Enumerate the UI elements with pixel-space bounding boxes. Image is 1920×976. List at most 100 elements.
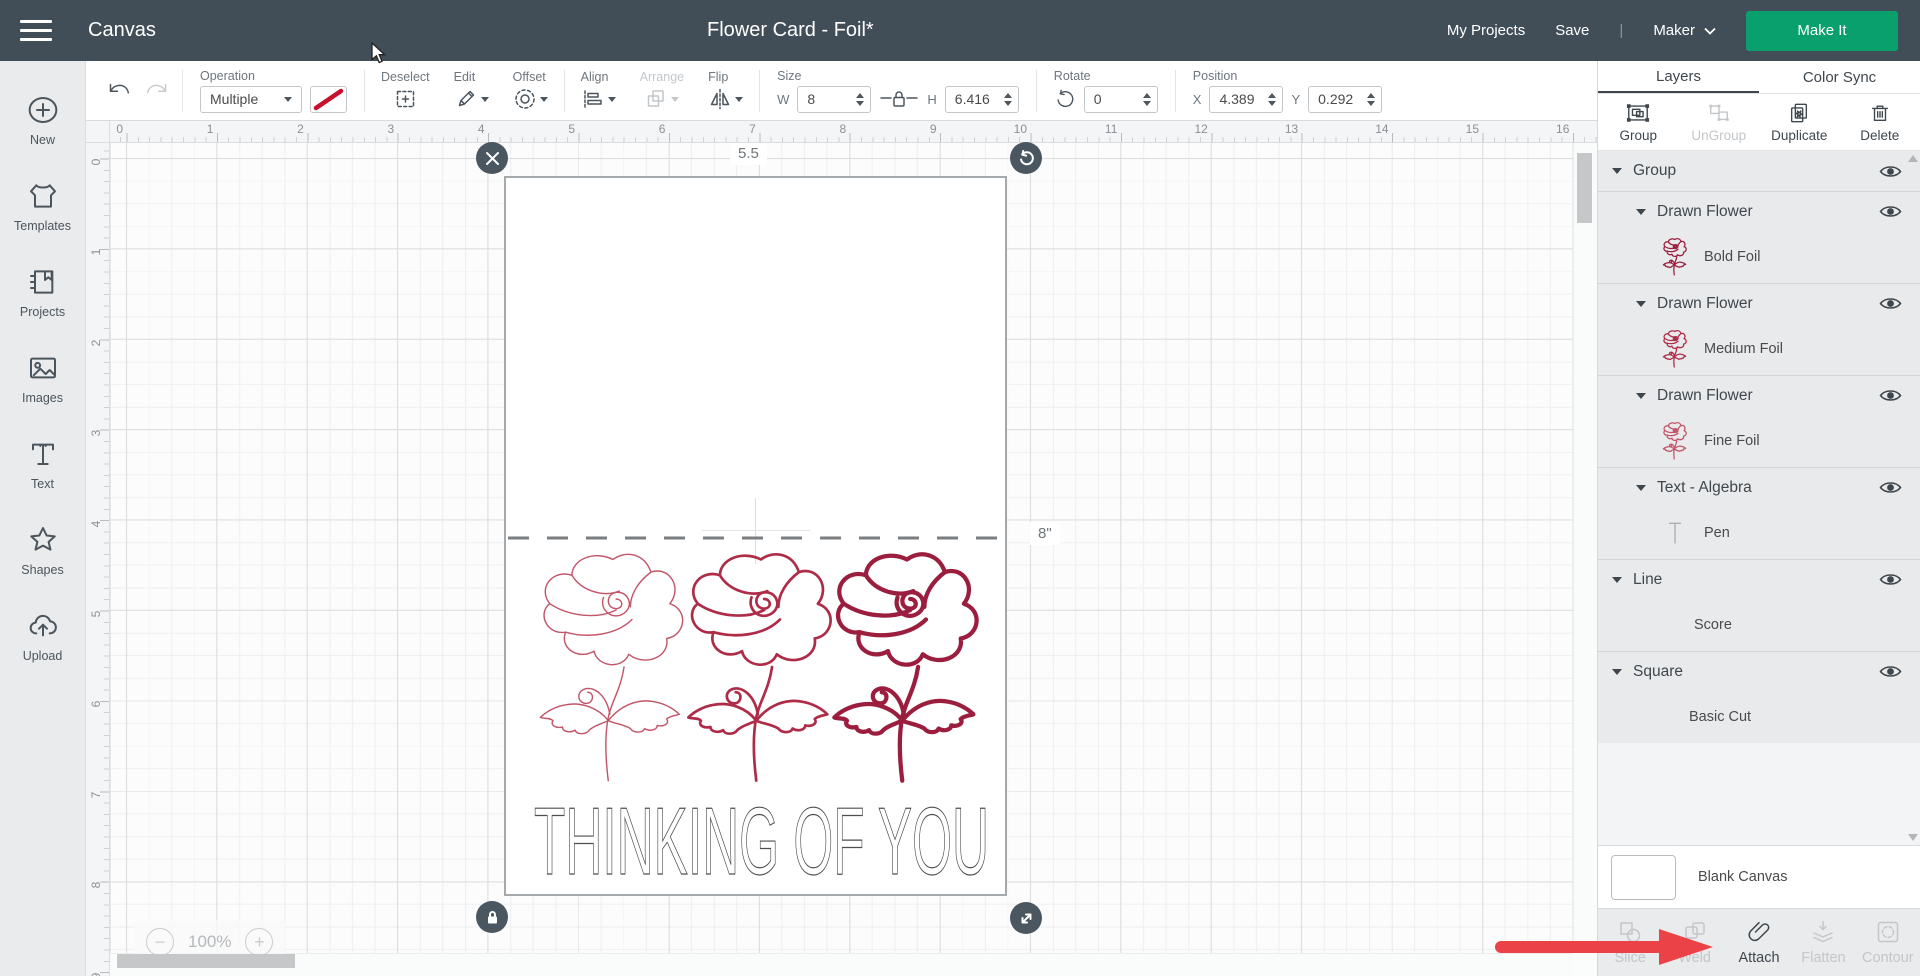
flip-button[interactable]: Flip xyxy=(696,70,755,111)
rotate-stepper[interactable] xyxy=(1143,93,1151,106)
scroll-up-icon[interactable] xyxy=(1908,155,1918,162)
duplicate-button[interactable]: Duplicate xyxy=(1759,94,1840,150)
layer-group-group[interactable]: Group xyxy=(1598,151,1920,191)
eye-visible-icon[interactable] xyxy=(1879,572,1902,587)
tab-color-sync[interactable]: Color Sync xyxy=(1759,61,1920,93)
layer-group-line[interactable]: Line xyxy=(1598,559,1920,599)
width-input[interactable]: 8 xyxy=(797,86,871,113)
tab-layers[interactable]: Layers xyxy=(1598,61,1759,93)
rotate-icon[interactable] xyxy=(1054,88,1076,110)
sidebar-item-projects[interactable]: Projects xyxy=(0,249,86,335)
align-button[interactable]: Align xyxy=(569,70,628,111)
layer-score[interactable]: Score xyxy=(1598,599,1920,651)
operation-select[interactable]: Multiple xyxy=(200,86,302,113)
position-x-stepper[interactable] xyxy=(1268,93,1276,106)
design-canvas[interactable]: 012345678910111213141516 0123456789 THIN… xyxy=(86,121,1597,976)
layer-bold-foil[interactable]: Bold Foil xyxy=(1598,231,1920,283)
eye-visible-icon[interactable] xyxy=(1879,480,1902,495)
hamburger-menu-icon[interactable] xyxy=(20,14,64,48)
redo-icon[interactable] xyxy=(144,80,170,102)
rotate-input[interactable]: 0 xyxy=(1084,86,1158,113)
text-thumbnail xyxy=(1660,518,1690,548)
position-y-input[interactable]: 0.292 xyxy=(1308,86,1382,113)
collapse-caret-icon[interactable] xyxy=(1636,301,1646,307)
blank-canvas-row[interactable]: Blank Canvas xyxy=(1598,845,1920,908)
ruler-number: 6 xyxy=(89,694,103,714)
sidebar-item-templates[interactable]: Templates xyxy=(0,163,86,249)
layer-fine-foil[interactable]: Fine Foil xyxy=(1598,415,1920,467)
layer-pen[interactable]: Pen xyxy=(1598,507,1920,559)
eye-visible-icon[interactable] xyxy=(1879,204,1902,219)
height-input[interactable]: 6.416 xyxy=(945,86,1019,113)
delete-button[interactable]: Delete xyxy=(1840,94,1920,150)
eye-visible-icon[interactable] xyxy=(1879,164,1902,179)
collapse-caret-icon[interactable] xyxy=(1612,168,1622,174)
sidebar-item-images[interactable]: Images xyxy=(0,335,86,421)
delete-selection-handle[interactable] xyxy=(476,142,508,174)
flatten-button: Flatten xyxy=(1791,909,1855,976)
layer-rows: Group Drawn Flower Bold Foil Drawn Flowe… xyxy=(1598,151,1920,743)
close-icon xyxy=(484,150,501,167)
resize-selection-handle[interactable] xyxy=(1010,902,1042,934)
vertical-scrollbar-thumb[interactable] xyxy=(1577,153,1592,223)
attach-button[interactable]: Attach xyxy=(1727,909,1791,976)
width-stepper[interactable] xyxy=(856,93,864,106)
deselect-button[interactable]: Deselect xyxy=(369,70,442,111)
ruler-number: 13 xyxy=(1276,122,1298,136)
horizontal-scrollbar-thumb[interactable] xyxy=(117,954,295,968)
machine-select[interactable]: Maker xyxy=(1653,22,1716,39)
eye-visible-icon[interactable] xyxy=(1879,296,1902,311)
layer-basic-cut[interactable]: Basic Cut xyxy=(1598,691,1920,743)
eye-visible-icon[interactable] xyxy=(1879,664,1902,679)
size-lock-icon[interactable] xyxy=(879,88,919,110)
sidebar-item-upload[interactable]: Upload xyxy=(0,593,86,679)
collapse-caret-icon[interactable] xyxy=(1636,393,1646,399)
chevron-down-icon xyxy=(1704,27,1716,35)
layer-medium-foil[interactable]: Medium Foil xyxy=(1598,323,1920,375)
vertical-scroll-track[interactable] xyxy=(1573,143,1597,953)
drawn-flowers[interactable] xyxy=(506,178,1009,898)
group-button[interactable]: Group xyxy=(1598,94,1679,150)
canvas-label[interactable]: Canvas xyxy=(88,19,156,42)
layer-list-scrollbar[interactable] xyxy=(1906,151,1920,845)
card-artboard[interactable]: THINKING OF YOU xyxy=(504,176,1007,896)
collapse-caret-icon[interactable] xyxy=(1636,209,1646,215)
position-y-stepper[interactable] xyxy=(1367,93,1375,106)
ungroup-button: UnGroup xyxy=(1679,94,1760,150)
layer-group-drawn-flower[interactable]: Drawn Flower xyxy=(1598,191,1920,231)
sidebar-item-new[interactable]: New xyxy=(0,77,86,163)
zoom-in-button[interactable]: + xyxy=(245,928,273,956)
eye-visible-icon[interactable] xyxy=(1879,388,1902,403)
ruler-number: 12 xyxy=(1186,122,1208,136)
sidebar-item-shapes[interactable]: Shapes xyxy=(0,507,86,593)
new-icon xyxy=(26,94,60,126)
card-text[interactable]: THINKING OF YOU xyxy=(506,796,1009,888)
rotate-selection-handle[interactable] xyxy=(1010,142,1042,174)
ruler-number: 3 xyxy=(89,423,103,443)
undo-icon[interactable] xyxy=(106,80,132,102)
zoom-out-button[interactable]: − xyxy=(146,928,174,956)
operation-color-swatch[interactable] xyxy=(310,86,347,113)
lock-selection-handle[interactable] xyxy=(476,901,508,933)
flower-thumbnail xyxy=(1660,422,1690,460)
edit-button[interactable]: Edit xyxy=(442,70,501,111)
offset-icon xyxy=(513,87,537,111)
scroll-down-icon[interactable] xyxy=(1908,834,1918,841)
layer-group-drawn-flower[interactable]: Drawn Flower xyxy=(1598,375,1920,415)
collapse-caret-icon[interactable] xyxy=(1612,577,1622,583)
make-it-button[interactable]: Make It xyxy=(1746,11,1898,51)
duplicate-icon xyxy=(1787,102,1811,124)
collapse-caret-icon[interactable] xyxy=(1612,669,1622,675)
my-projects-link[interactable]: My Projects xyxy=(1447,22,1525,39)
offset-button[interactable]: Offset xyxy=(501,70,560,111)
height-stepper[interactable] xyxy=(1004,93,1012,106)
weld-icon xyxy=(1682,919,1708,945)
layer-group-text-algebra[interactable]: Text - Algebra xyxy=(1598,467,1920,507)
save-link[interactable]: Save xyxy=(1555,22,1589,39)
layer-group-square[interactable]: Square xyxy=(1598,651,1920,691)
sidebar-item-text[interactable]: Text xyxy=(0,421,86,507)
position-x-input[interactable]: 4.389 xyxy=(1209,86,1283,113)
layer-group-drawn-flower[interactable]: Drawn Flower xyxy=(1598,283,1920,323)
horizontal-scroll-track[interactable] xyxy=(110,953,1573,976)
collapse-caret-icon[interactable] xyxy=(1636,485,1646,491)
